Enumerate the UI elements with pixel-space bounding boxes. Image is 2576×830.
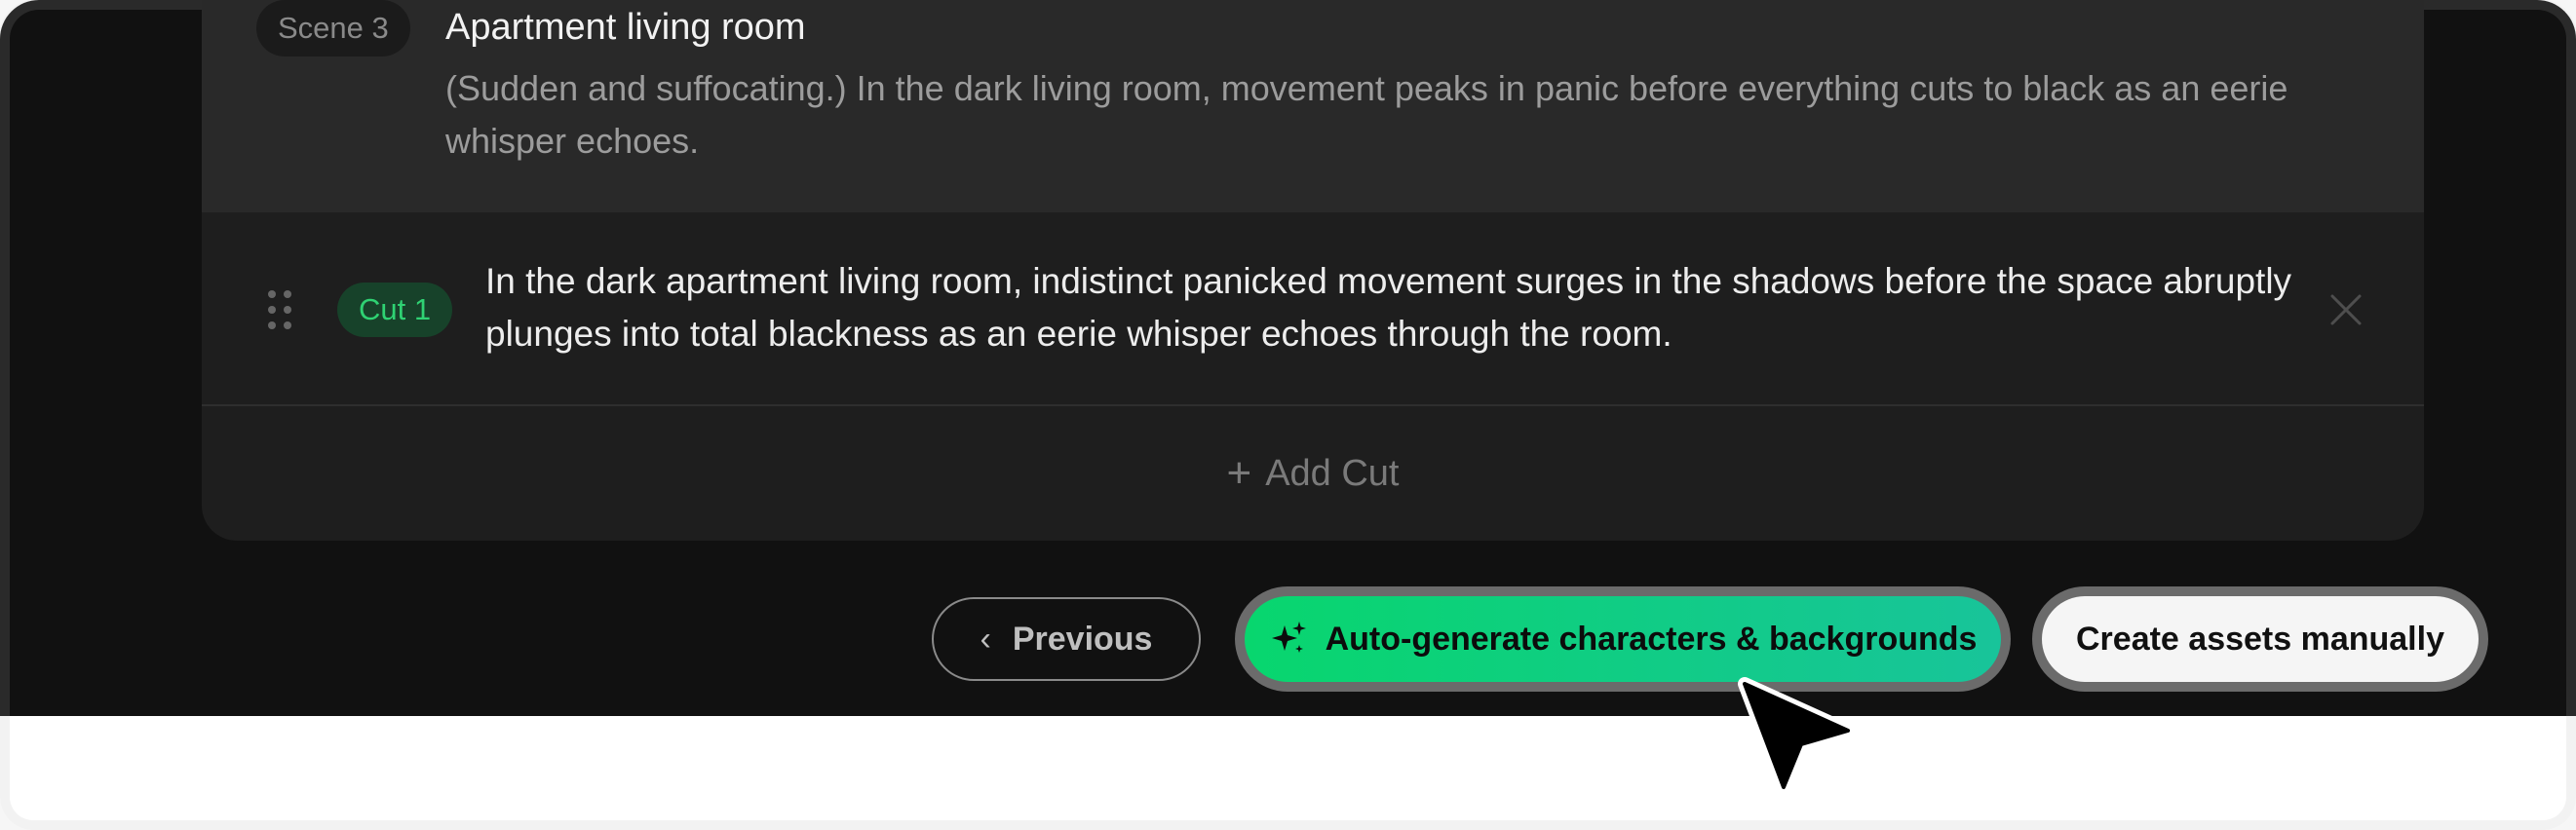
auto-generate-button[interactable]: Auto-generate characters & backgrounds	[1245, 596, 2001, 682]
cut-description[interactable]: In the dark apartment living room, indis…	[485, 255, 2318, 360]
chevron-left-icon: ‹	[980, 620, 991, 658]
plus-icon: +	[1226, 449, 1252, 497]
manual-button-focus-ring: Create assets manually	[2032, 586, 2488, 692]
auto-generate-button-focus-ring: Auto-generate characters & backgrounds	[1235, 586, 2011, 692]
close-icon[interactable]	[2326, 290, 2365, 329]
scene-panel: Scene 3 Apartment living room (Sudden an…	[202, 0, 2424, 541]
scene-description: (Sudden and suffocating.) In the dark li…	[445, 68, 2288, 161]
create-assets-manually-button[interactable]: Create assets manually	[2042, 596, 2479, 682]
add-cut-button[interactable]: + Add Cut	[202, 406, 2424, 541]
app-frame: Scene 3 Apartment living room (Sudden an…	[0, 0, 2576, 830]
scene-badge: Scene 3	[256, 0, 410, 57]
cut-row[interactable]: Cut 1 In the dark apartment living room,…	[202, 212, 2424, 406]
auto-generate-label: Auto-generate characters & backgrounds	[1325, 620, 1978, 658]
scene-header: Scene 3 Apartment living room (Sudden an…	[202, 0, 2424, 212]
previous-label: Previous	[1012, 620, 1153, 658]
mouse-cursor-icon	[1738, 677, 1855, 794]
manual-label: Create assets manually	[2076, 620, 2444, 658]
cut-badge: Cut 1	[337, 283, 453, 337]
sparkle-icon	[1271, 622, 1306, 653]
add-cut-label: Add Cut	[1265, 452, 1400, 494]
drag-handle-icon[interactable]	[268, 290, 291, 329]
previous-button[interactable]: ‹ Previous	[932, 597, 1201, 681]
scene-title: Apartment living room	[445, 7, 806, 48]
